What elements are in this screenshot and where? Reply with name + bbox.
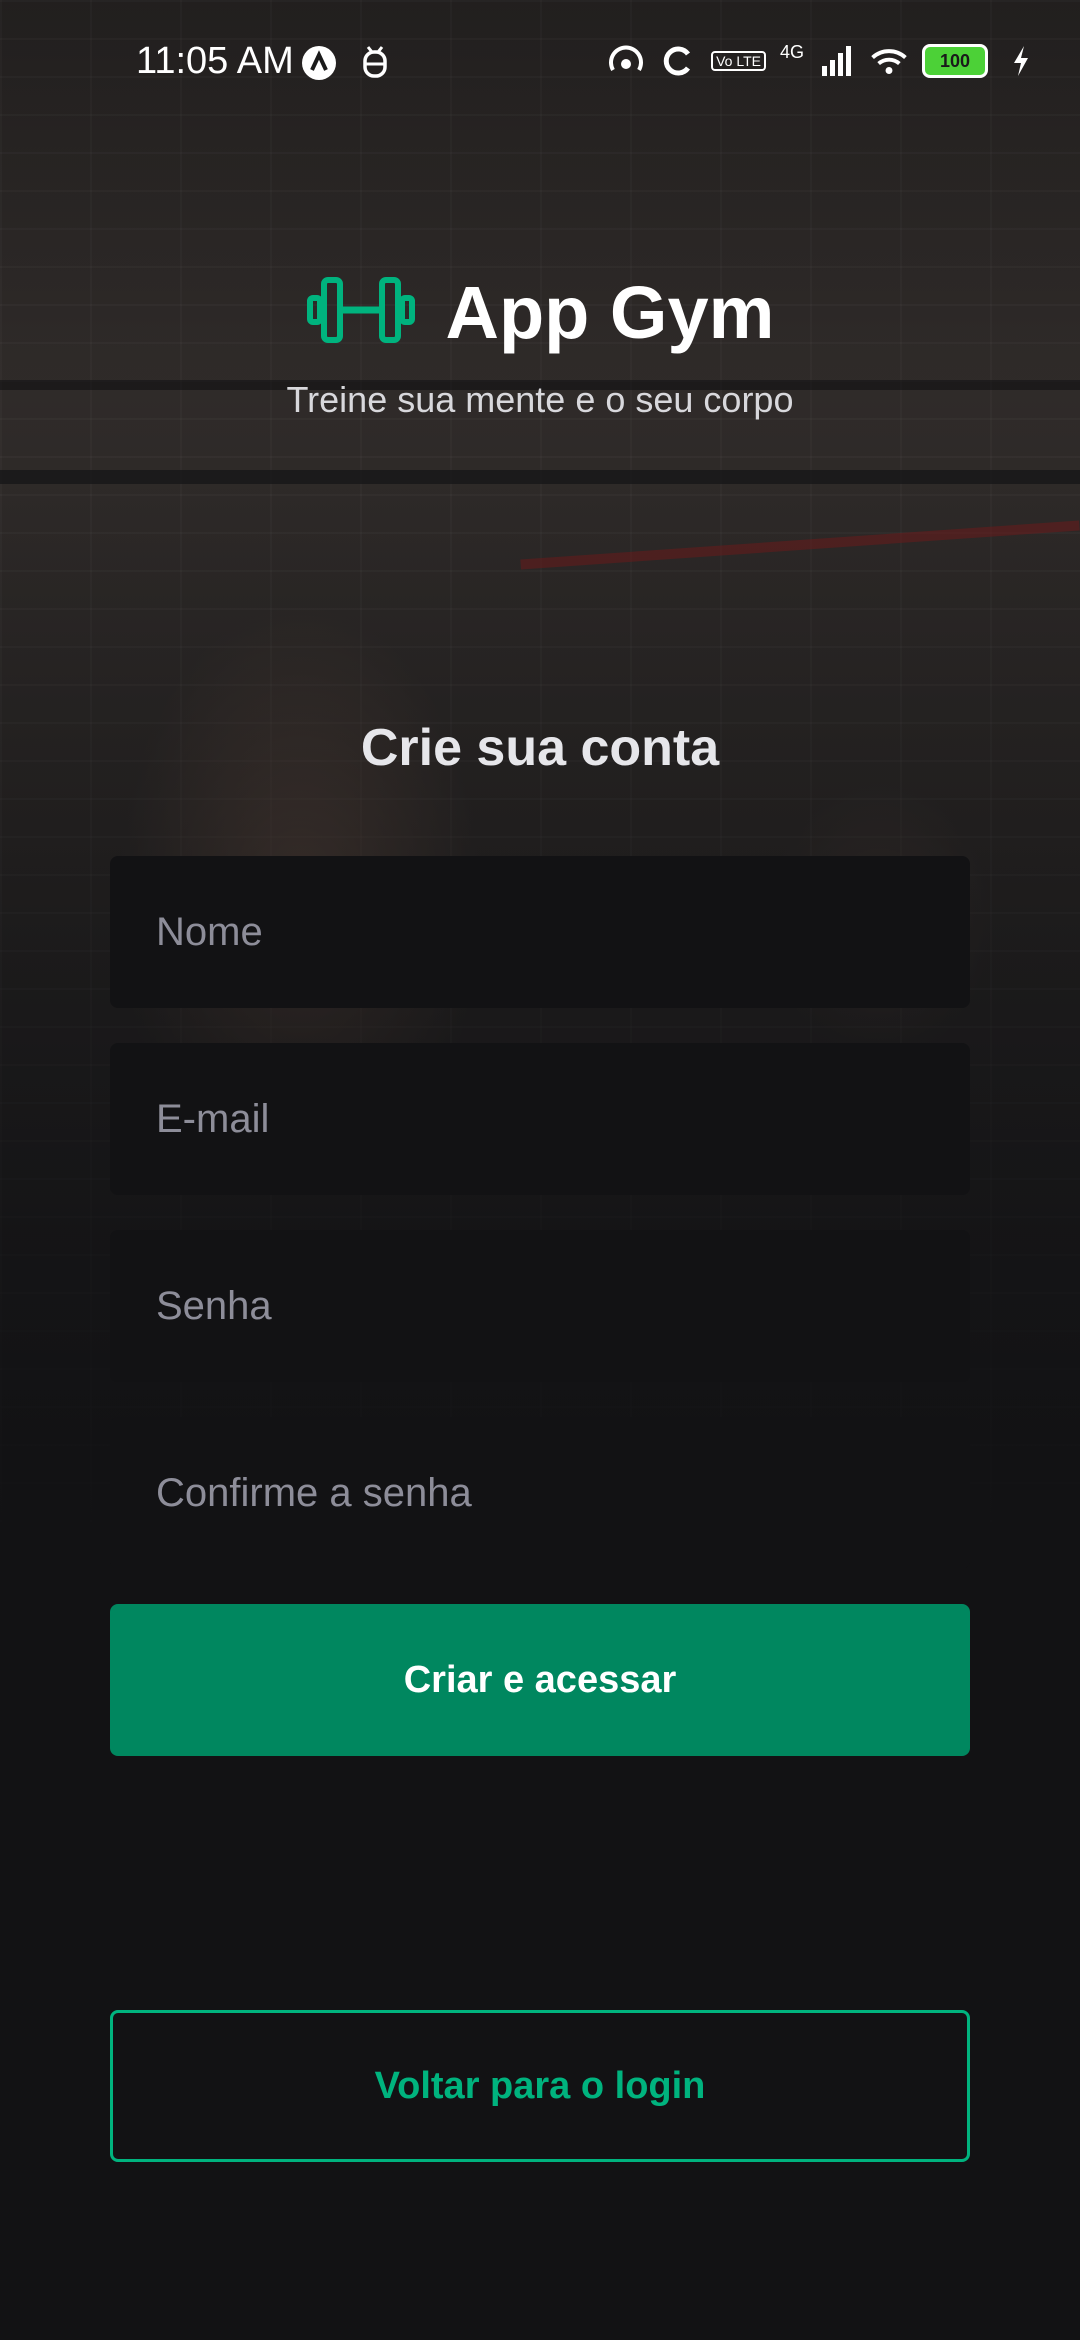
- app-notification-icon: [300, 44, 338, 82]
- back-to-login-button[interactable]: Voltar para o login: [110, 2010, 970, 2162]
- hotspot-icon: [607, 42, 645, 80]
- password-input[interactable]: [154, 1282, 970, 1330]
- status-bar: 11:05 AM Vo LTE 4G 100: [0, 0, 1080, 120]
- bug-icon: [356, 44, 394, 82]
- volte-icon: Vo LTE: [711, 51, 766, 71]
- status-left-icons: [300, 44, 394, 82]
- wifi-icon: [870, 42, 908, 80]
- dumbbell-icon: [306, 274, 416, 351]
- create-account-button[interactable]: Criar e acessar: [110, 1604, 970, 1756]
- form-title: Crie sua conta: [360, 719, 720, 777]
- name-input[interactable]: [154, 908, 970, 956]
- status-right-icons: Vo LTE 4G 100: [607, 42, 1040, 80]
- name-field[interactable]: [110, 856, 970, 1008]
- charging-icon: [1002, 42, 1040, 80]
- password-field[interactable]: [110, 1230, 970, 1382]
- tagline: Treine sua mente e o seu corpo: [286, 379, 794, 420]
- app-title: App Gym: [445, 271, 775, 354]
- status-time: 11:05 AM: [136, 40, 294, 82]
- brand: App Gym: [0, 270, 1080, 355]
- header: App Gym Treine sua mente e o seu corpo: [0, 270, 1080, 421]
- sync-icon: [659, 42, 697, 80]
- battery-icon: 100: [922, 44, 988, 78]
- confirm-password-field[interactable]: [110, 1417, 970, 1569]
- email-field[interactable]: [110, 1043, 970, 1195]
- signal-icon: [818, 42, 856, 80]
- confirm-password-input[interactable]: [154, 1469, 970, 1517]
- email-input[interactable]: [154, 1095, 970, 1143]
- network-type: 4G: [779, 42, 804, 62]
